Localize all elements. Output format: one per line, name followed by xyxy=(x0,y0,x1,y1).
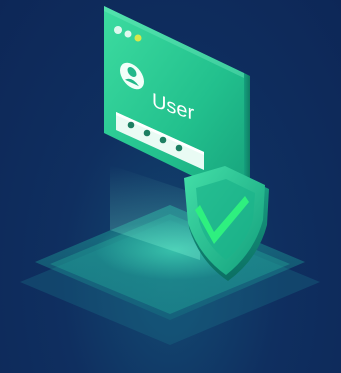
illustration-svg: User xyxy=(20,6,320,345)
login-security-illustration: User xyxy=(0,0,341,373)
